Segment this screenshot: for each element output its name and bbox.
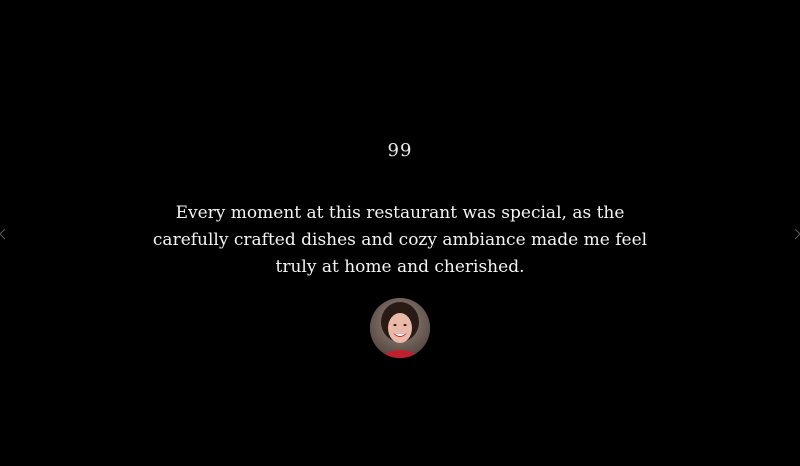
avatar-image [370,298,430,358]
testimonial-slider: 99 Every moment at this restaurant was s… [0,0,800,466]
chevron-right-icon [794,228,800,240]
previous-slide-button[interactable] [0,226,8,242]
next-slide-button[interactable] [792,226,800,242]
avatar [370,298,430,358]
testimonial-text: Every moment at this restaurant was spec… [152,203,648,277]
chevron-left-icon [0,228,6,240]
quote-icon: 99 [387,140,413,161]
